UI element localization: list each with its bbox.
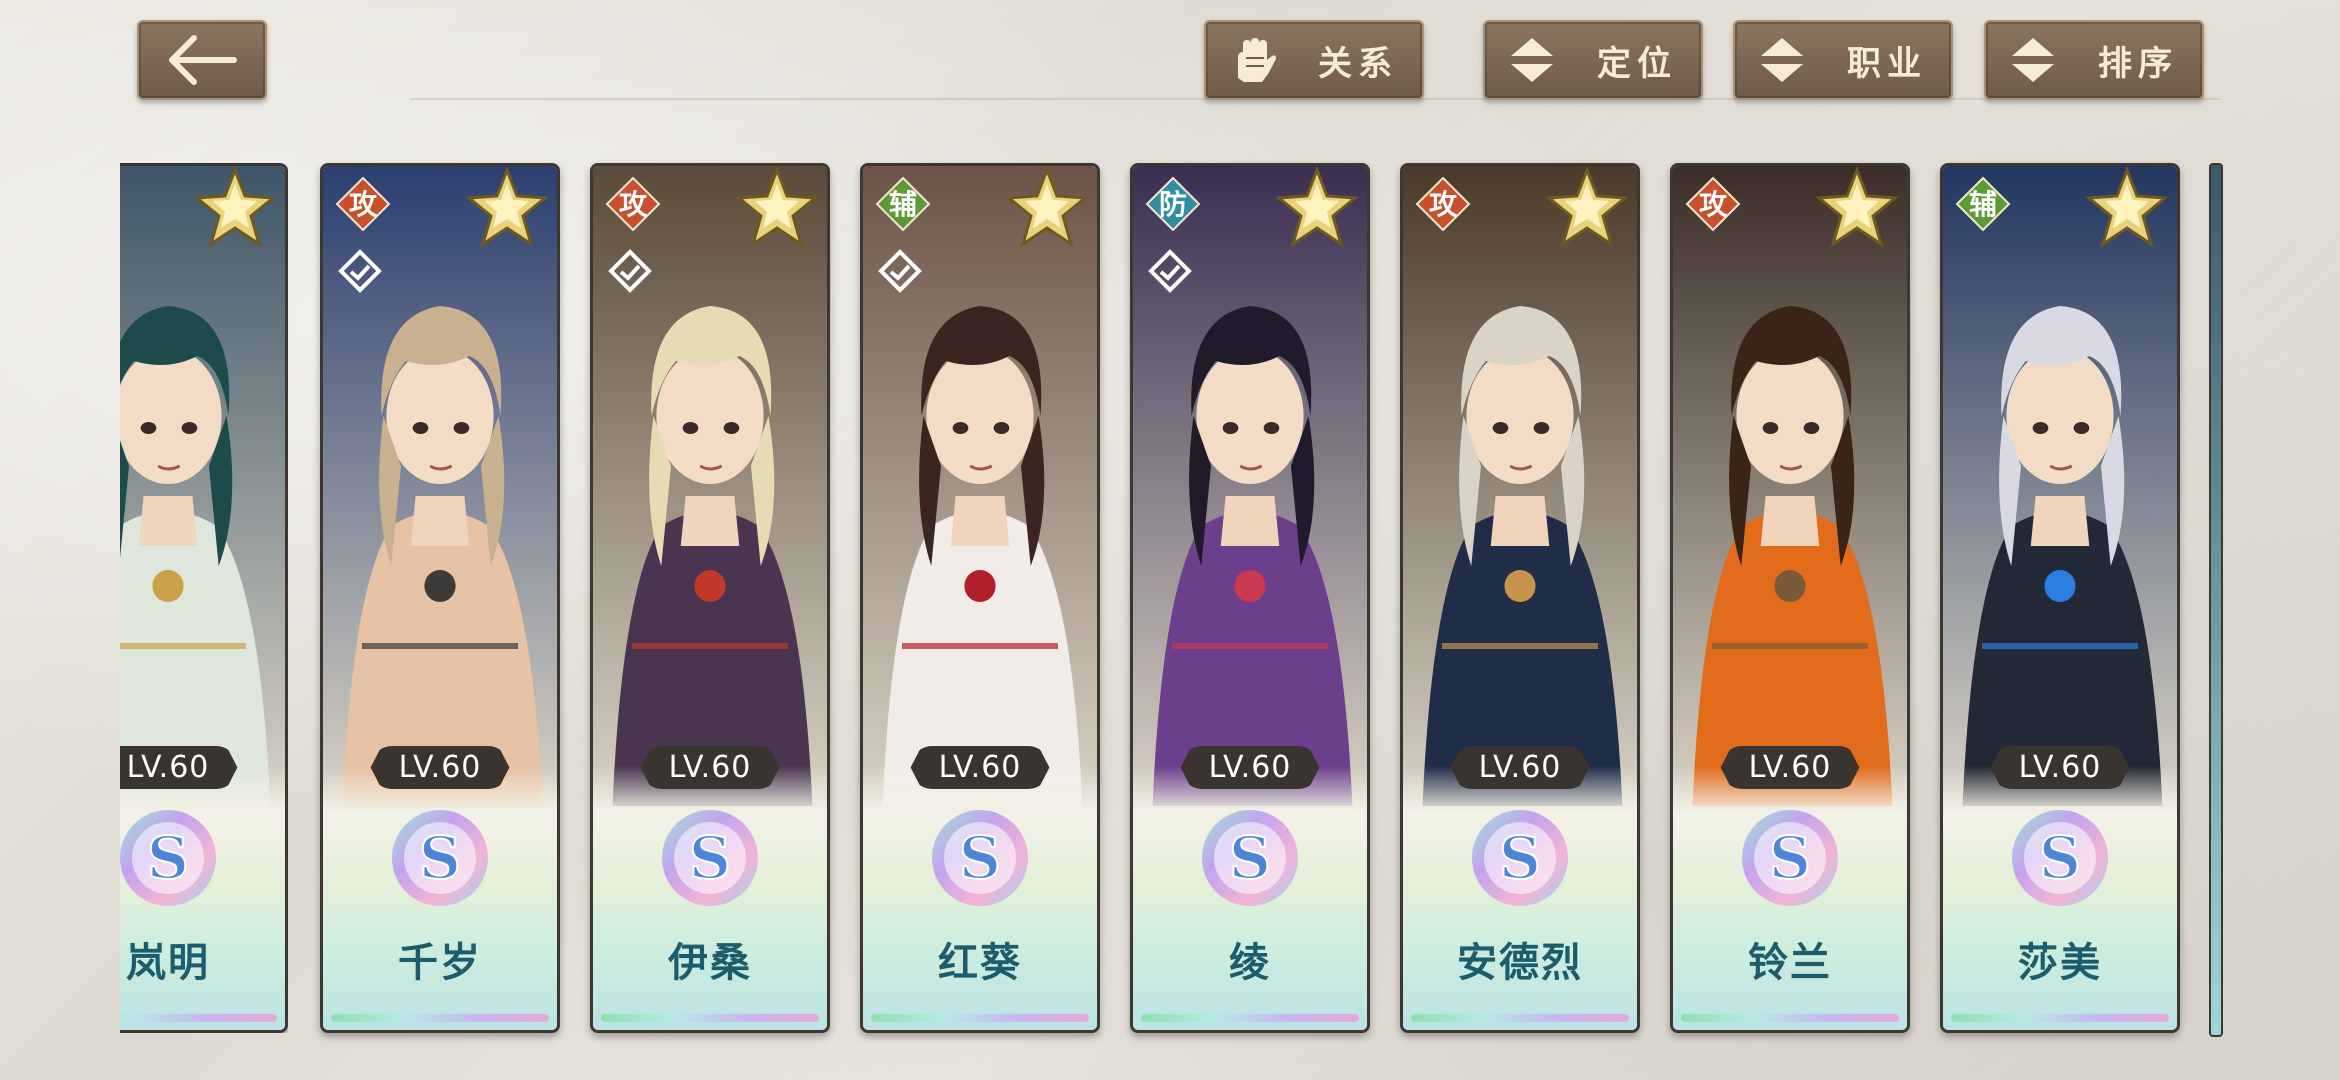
level-badge: LV.60 [1720, 746, 1860, 789]
card-bottom-bar [601, 1014, 819, 1022]
level-badge: LV.60 [910, 746, 1050, 789]
character-portrait [1673, 166, 1907, 806]
character-name: 绫 [1229, 939, 1271, 986]
s-rank-icon: S [662, 810, 758, 906]
character-name: 安德烈 [1457, 939, 1583, 986]
character-card[interactable]: LV.60 S 岚明 [120, 163, 288, 1033]
character-card[interactable]: LV.60 S 铃兰 攻 [1670, 163, 1910, 1033]
svg-text:攻: 攻 [619, 188, 648, 221]
s-rank-icon: S [1202, 810, 1298, 906]
svg-text:S: S [2039, 824, 2081, 892]
card-bottom-bar [331, 1014, 549, 1022]
character-name: 岚明 [126, 939, 210, 986]
svg-text:S: S [147, 824, 189, 892]
character-portrait [120, 166, 285, 806]
level-badge: LV.60 [1990, 746, 2130, 789]
s-rank-icon: S [392, 810, 488, 906]
star-icon [1815, 166, 1899, 248]
card-bottom-bar [871, 1014, 1089, 1022]
svg-text:攻: 攻 [1429, 188, 1458, 221]
s-rank-icon: S [120, 810, 216, 906]
character-name: 铃兰 [1748, 939, 1832, 986]
character-name: 千岁 [398, 939, 482, 986]
star-icon [735, 166, 819, 248]
role-badge: 防 [1145, 176, 1201, 232]
role-badge: 攻 [605, 176, 661, 232]
team-marker-icon [605, 246, 655, 296]
card-bottom-bar [1951, 1014, 2169, 1022]
role-badge: 辅 [875, 176, 931, 232]
star-icon [1275, 166, 1359, 248]
s-rank-icon: S [932, 810, 1028, 906]
svg-text:攻: 攻 [349, 188, 378, 221]
svg-text:S: S [959, 824, 1001, 892]
s-rank-icon: S [2012, 810, 2108, 906]
role-badge: 辅 [1955, 176, 2011, 232]
level-badge: LV.60 [1450, 746, 1590, 789]
team-marker-icon [875, 246, 925, 296]
s-rank-icon: S [1472, 810, 1568, 906]
svg-text:S: S [1769, 824, 1811, 892]
team-marker-icon [1145, 246, 1195, 296]
card-bottom-bar [1681, 1014, 1899, 1022]
star-icon [465, 166, 549, 248]
character-card[interactable]: LV.60 S 莎美 辅 [1940, 163, 2180, 1033]
character-list: LV.60 S 岚明 LV.60 S 千岁 攻 LV.60 S 伊桑 攻 LV.… [0, 0, 2340, 1080]
star-icon [193, 166, 277, 248]
star-icon [1545, 166, 1629, 248]
svg-text:防: 防 [1159, 188, 1187, 221]
role-badge: 攻 [1685, 176, 1741, 232]
s-rank-icon: S [1742, 810, 1838, 906]
star-icon [1005, 166, 1089, 248]
svg-text:S: S [689, 824, 731, 892]
character-card[interactable]: LV.60 S 伊桑 攻 [590, 163, 830, 1033]
level-badge: LV.60 [120, 746, 238, 789]
svg-text:S: S [419, 824, 461, 892]
svg-text:辅: 辅 [889, 188, 917, 221]
character-portrait [1403, 166, 1637, 806]
card-bottom-bar [120, 1014, 277, 1022]
character-card[interactable]: LV.60 S 千岁 攻 [320, 163, 560, 1033]
svg-text:S: S [1499, 824, 1541, 892]
level-badge: LV.60 [370, 746, 510, 789]
character-name: 红葵 [938, 939, 1022, 986]
svg-text:辅: 辅 [1969, 188, 1997, 221]
character-portrait [1943, 166, 2177, 806]
star-icon [2085, 166, 2169, 248]
level-badge: LV.60 [640, 746, 780, 789]
card-bottom-bar [1411, 1014, 1629, 1022]
card-bottom-bar [1141, 1014, 1359, 1022]
svg-text:S: S [1229, 824, 1271, 892]
character-name: 莎美 [2018, 939, 2102, 986]
team-marker-icon [335, 246, 385, 296]
role-badge: 攻 [335, 176, 391, 232]
character-card[interactable]: LV.60 S 红葵 辅 [860, 163, 1100, 1033]
role-badge: 攻 [1415, 176, 1471, 232]
level-badge: LV.60 [1180, 746, 1320, 789]
character-name: 伊桑 [668, 939, 752, 986]
character-card[interactable]: LV.60 S 绫 防 [1130, 163, 1370, 1033]
next-card-peek [2209, 163, 2223, 1037]
character-card[interactable]: LV.60 S 安德烈 攻 [1400, 163, 1640, 1033]
svg-text:攻: 攻 [1699, 188, 1728, 221]
